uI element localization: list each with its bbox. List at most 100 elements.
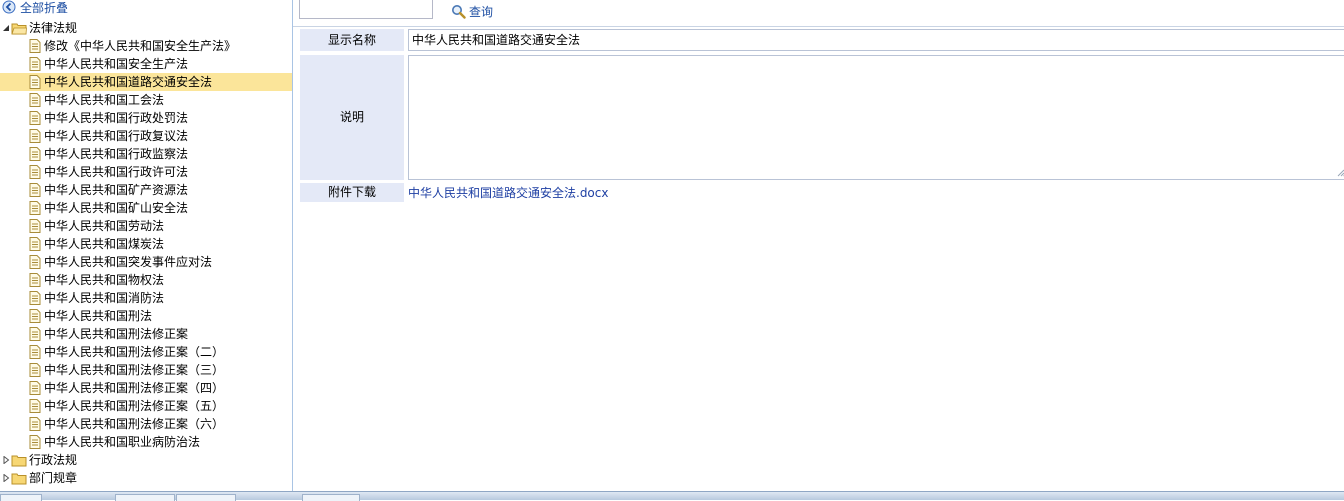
document-icon [29,363,41,377]
tree-item[interactable]: 中华人民共和国行政许可法 [0,163,292,181]
document-icon [29,327,41,341]
name-label: 显示名称 [300,29,404,51]
folder-icon [11,455,27,467]
tree-folder[interactable]: 行政法规 [0,451,292,469]
tree-item[interactable]: 中华人民共和国刑法修正案（三） [0,361,292,379]
document-icon [29,435,41,449]
document-icon [29,399,41,413]
document-icon [29,183,41,197]
tree-item-label: 中华人民共和国职业病防治法 [44,435,201,449]
expanded-triangle-icon[interactable] [2,24,10,32]
tree-item[interactable]: 中华人民共和国刑法修正案（五） [0,397,292,415]
tree-item[interactable]: 中华人民共和国消防法 [0,289,292,307]
tree-item-label: 中华人民共和国刑法修正案（五） [44,399,225,413]
open-folder-icon [11,23,27,35]
back-arrow-icon [2,0,16,17]
tree-item[interactable]: 中华人民共和国安全生产法 [0,55,292,73]
tree-item[interactable]: 中华人民共和国行政监察法 [0,145,292,163]
tree-item-label: 中华人民共和国劳动法 [44,219,165,233]
search-icon [451,4,466,23]
tree-item[interactable]: 中华人民共和国煤炭法 [0,235,292,253]
tree-item-label: 中华人民共和国刑法修正案 [44,327,189,341]
tree-item-label: 中华人民共和国刑法 [44,309,153,323]
tree-folder[interactable]: 部门规章 [0,469,292,487]
document-icon [29,39,41,53]
tree-item[interactable]: 中华人民共和国职业病防治法 [0,433,292,451]
tree-item-label: 中华人民共和国刑法修正案（二） [44,345,225,359]
detail-panel: 查询 显示名称 中华人民共和国道路交通安全法 说明 附件下载 中华人民共和国道路… [293,0,1344,491]
tree-item[interactable]: 中华人民共和国刑法 [0,307,292,325]
tree-item[interactable]: 中华人民共和国刑法修正案（四） [0,379,292,397]
tree-item-label: 中华人民共和国消防法 [44,291,165,305]
collapse-all-label: 全部折叠 [20,1,69,15]
document-icon [29,255,41,269]
tree-item-label: 中华人民共和国安全生产法 [44,57,189,71]
document-icon [29,165,41,179]
description-label: 说明 [300,55,404,180]
document-icon [29,345,41,359]
document-icon [29,273,41,287]
search-button-label: 查询 [469,5,494,19]
tree-folder-label: 法律法规 [29,21,78,35]
collapsed-triangle-icon[interactable] [2,474,10,482]
document-icon [29,129,41,143]
document-icon [29,309,41,323]
tree-item-label: 中华人民共和国煤炭法 [44,237,165,251]
taskbar-button[interactable] [176,494,236,501]
tree-folder-label: 行政法规 [29,453,78,467]
tree-item-label: 中华人民共和国道路交通安全法 [44,75,213,89]
tree-item-label: 中华人民共和国刑法修正案（三） [44,363,225,377]
taskbar-button[interactable] [0,494,42,501]
search-button[interactable]: 查询 [451,4,493,20]
taskbar-button[interactable] [302,494,360,501]
tree-item[interactable]: 修改《中华人民共和国安全生产法》 [0,37,292,55]
collapse-all-button[interactable]: 全部折叠 [2,0,69,17]
tree-item[interactable]: 中华人民共和国矿产资源法 [0,181,292,199]
document-icon [29,57,41,71]
document-icon [29,291,41,305]
tree-item[interactable]: 中华人民共和国物权法 [0,271,292,289]
tree-item[interactable]: 中华人民共和国工会法 [0,91,292,109]
tree-item-label: 中华人民共和国工会法 [44,93,165,107]
tree-item[interactable]: 中华人民共和国刑法修正案（六） [0,415,292,433]
tree-panel: 全部折叠 法律法规 修改《中华人民共和国安全生产法》 中华人民共和国安全生产法 中华… [0,0,293,491]
tree-item[interactable]: 中华人民共和国行政处罚法 [0,109,292,127]
tree-item[interactable]: 中华人民共和国矿山安全法 [0,199,292,217]
tree-item[interactable]: 中华人民共和国道路交通安全法 [0,73,292,91]
tree-item-label: 中华人民共和国矿产资源法 [44,183,189,197]
tree-item[interactable]: 中华人民共和国刑法修正案（二） [0,343,292,361]
toolbar-divider [293,26,1344,27]
document-icon [29,201,41,215]
tree-item-label: 中华人民共和国行政处罚法 [44,111,189,125]
document-icon [29,111,41,125]
tree-item-label: 中华人民共和国刑法修正案（四） [44,381,225,395]
tree-item[interactable]: 中华人民共和国刑法修正案 [0,325,292,343]
document-icon [29,219,41,233]
tree-item[interactable]: 中华人民共和国突发事件应对法 [0,253,292,271]
search-input[interactable] [299,0,433,19]
tree-item-label: 中华人民共和国行政监察法 [44,147,189,161]
tree-item-label: 中华人民共和国行政许可法 [44,165,189,179]
collapsed-triangle-icon[interactable] [2,456,10,464]
tree-folder-label: 部门规章 [29,471,78,485]
document-icon [29,147,41,161]
tree-item[interactable]: 中华人民共和国劳动法 [0,217,292,235]
tree-item-label: 中华人民共和国矿山安全法 [44,201,189,215]
description-textarea[interactable] [408,55,1344,180]
tree-item-label: 中华人民共和国物权法 [44,273,165,287]
name-field[interactable]: 中华人民共和国道路交通安全法 [408,29,1344,51]
tree-item-label: 中华人民共和国突发事件应对法 [44,255,213,269]
document-icon [29,93,41,107]
document-icon [29,237,41,251]
tree-item-label: 中华人民共和国刑法修正案（六） [44,417,225,431]
tree-item-label: 修改《中华人民共和国安全生产法》 [44,39,237,53]
folder-icon [11,473,27,485]
tree-folder-laws[interactable]: 法律法规 [0,19,292,37]
tree-item[interactable]: 中华人民共和国行政复议法 [0,127,292,145]
tree-item-label: 中华人民共和国行政复议法 [44,129,189,143]
document-icon [29,75,41,89]
attachment-download-link[interactable]: 中华人民共和国道路交通安全法.docx [408,185,608,204]
document-icon [29,381,41,395]
resize-grip-icon[interactable] [1337,169,1344,177]
taskbar-button[interactable] [115,494,175,501]
